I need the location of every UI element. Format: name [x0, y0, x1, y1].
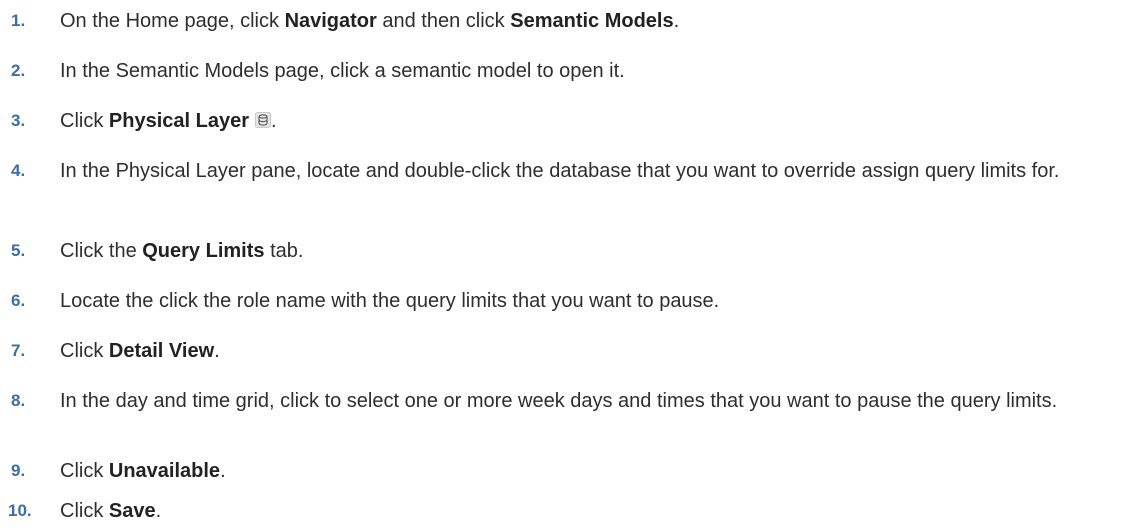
step-number: 7.: [11, 341, 26, 360]
step-text: Click Save.: [60, 496, 1118, 526]
ui-term-navigator: Navigator: [284, 10, 377, 32]
database-icon: [254, 112, 271, 128]
ui-term-save: Save: [108, 500, 156, 522]
step-number: 10.: [8, 501, 32, 520]
step-text-segment: .: [673, 10, 680, 32]
step-text-segment: Click the: [60, 240, 143, 262]
step-number: 2.: [11, 61, 26, 80]
step-text-segment: tab.: [264, 240, 304, 262]
ui-term-unavailable: Unavailable: [108, 460, 221, 482]
step-text-segment: In the Semantic Models page, click a sem…: [60, 60, 625, 82]
step-text-segment: In the day and time grid, click to selec…: [60, 390, 1058, 412]
step-text-segment: Click: [60, 110, 109, 132]
step-text: In the Physical Layer pane, locate and d…: [60, 156, 1118, 186]
step-number: 4.: [11, 161, 26, 180]
ui-term-semantic-models: Semantic Models: [510, 10, 674, 32]
step-text: Click the Query Limits tab.: [60, 236, 1118, 266]
step-text-segment: Click: [60, 460, 109, 482]
step-text-segment: Click: [60, 500, 109, 522]
ui-term-detail-view: Detail View: [108, 340, 215, 362]
step-number: 5.: [11, 241, 26, 260]
ui-term-physical-layer: Physical Layer: [108, 110, 249, 132]
step-text: Locate the click the role name with the …: [60, 286, 1118, 316]
step-text: On the Home page, click Navigator and th…: [60, 6, 1118, 36]
step-text-segment: .: [214, 340, 220, 362]
step-text-segment: Click: [60, 340, 109, 362]
ui-term-query-limits: Query Limits: [142, 240, 265, 262]
step-number: 8.: [11, 391, 26, 410]
step-text: Click Detail View.: [60, 336, 1118, 366]
step-text-segment: and then click: [376, 10, 511, 32]
step-number: 9.: [11, 461, 26, 480]
step-text-segment: .: [220, 460, 226, 482]
step-text-segment: Locate the click the role name with the …: [60, 290, 720, 312]
step-text-segment: In the Physical Layer pane, locate and d…: [60, 160, 1060, 182]
step-text-segment: .: [270, 110, 277, 132]
step-text: Click Unavailable.: [60, 456, 1118, 486]
step-text-segment: On the Home page, click: [60, 10, 285, 32]
step-number: 6.: [11, 291, 26, 310]
step-text-segment: .: [155, 500, 162, 522]
step-text: Click Physical Layer.: [60, 106, 1118, 136]
step-text: In the Semantic Models page, click a sem…: [60, 56, 1118, 86]
step-number: 3.: [11, 111, 26, 130]
step-number: 1.: [11, 11, 26, 30]
step-text: In the day and time grid, click to selec…: [60, 386, 1118, 416]
